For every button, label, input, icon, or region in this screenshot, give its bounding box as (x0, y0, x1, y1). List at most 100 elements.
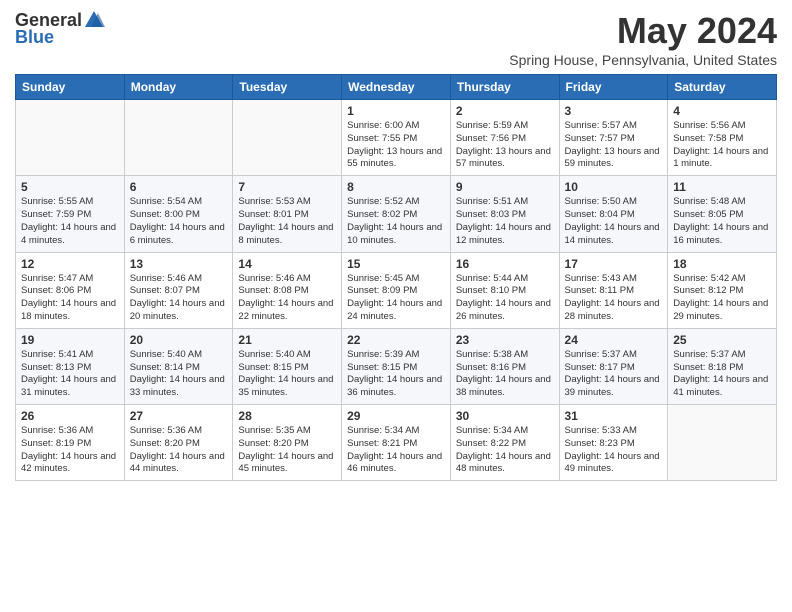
day-info: Sunrise: 5:36 AMSunset: 8:19 PMDaylight:… (21, 425, 119, 476)
month-year-title: May 2024 (509, 10, 777, 52)
calendar-cell: 15 Sunrise: 5:45 AMSunset: 8:09 PMDayligh… (342, 252, 451, 328)
day-number: 6 (130, 180, 228, 194)
day-info: Sunrise: 5:54 AMSunset: 8:00 PMDaylight:… (130, 196, 228, 247)
weekday-header-monday: Monday (124, 75, 233, 100)
day-number: 23 (456, 333, 554, 347)
weekday-header-row: SundayMondayTuesdayWednesdayThursdayFrid… (16, 75, 777, 100)
calendar-cell: 20 Sunrise: 5:40 AMSunset: 8:14 PMDayligh… (124, 328, 233, 404)
day-info: Sunrise: 5:45 AMSunset: 8:09 PMDaylight:… (347, 273, 445, 324)
calendar-cell: 10 Sunrise: 5:50 AMSunset: 8:04 PMDayligh… (559, 176, 668, 252)
calendar-week-row: 1Sunrise: 6:00 AMSunset: 7:55 PMDaylight… (16, 100, 777, 176)
calendar-week-row: 5 Sunrise: 5:55 AMSunset: 7:59 PMDaylight… (16, 176, 777, 252)
day-info: Sunrise: 5:55 AMSunset: 7:59 PMDaylight:… (21, 196, 119, 247)
day-info: Sunrise: 5:46 AMSunset: 8:07 PMDaylight:… (130, 273, 228, 324)
day-number: 7 (238, 180, 336, 194)
day-info: Sunrise: 5:38 AMSunset: 8:16 PMDaylight:… (456, 349, 554, 400)
logo-blue: Blue (15, 27, 54, 48)
day-info: Sunrise: 5:40 AMSunset: 8:15 PMDaylight:… (238, 349, 336, 400)
title-area: May 2024 Spring House, Pennsylvania, Uni… (509, 10, 777, 68)
day-number: 8 (347, 180, 445, 194)
day-info: Sunrise: 5:34 AMSunset: 8:21 PMDaylight:… (347, 425, 445, 476)
day-number: 21 (238, 333, 336, 347)
calendar-cell: 14 Sunrise: 5:46 AMSunset: 8:08 PMDayligh… (233, 252, 342, 328)
day-number: 20 (130, 333, 228, 347)
day-number: 5 (21, 180, 119, 194)
calendar-cell: 26 Sunrise: 5:36 AMSunset: 8:19 PMDayligh… (16, 405, 125, 481)
day-number: 16 (456, 257, 554, 271)
calendar-cell: 27 Sunrise: 5:36 AMSunset: 8:20 PMDayligh… (124, 405, 233, 481)
day-info: Sunrise: 5:33 AMSunset: 8:23 PMDaylight:… (565, 425, 663, 476)
day-info: Sunrise: 5:44 AMSunset: 8:10 PMDaylight:… (456, 273, 554, 324)
day-info: Sunrise: 5:35 AMSunset: 8:20 PMDaylight:… (238, 425, 336, 476)
calendar-cell (124, 100, 233, 176)
weekday-header-friday: Friday (559, 75, 668, 100)
day-number: 29 (347, 409, 445, 423)
calendar-cell: 11Sunrise: 5:48 AMSunset: 8:05 PMDayligh… (668, 176, 777, 252)
calendar-cell: 1Sunrise: 6:00 AMSunset: 7:55 PMDaylight… (342, 100, 451, 176)
calendar-cell: 9Sunrise: 5:51 AMSunset: 8:03 PMDaylight… (450, 176, 559, 252)
calendar-cell: 3 Sunrise: 5:57 AMSunset: 7:57 PMDaylight… (559, 100, 668, 176)
calendar-cell: 2 Sunrise: 5:59 AMSunset: 7:56 PMDaylight… (450, 100, 559, 176)
calendar-cell: 7Sunrise: 5:53 AMSunset: 8:01 PMDaylight… (233, 176, 342, 252)
weekday-header-saturday: Saturday (668, 75, 777, 100)
weekday-header-thursday: Thursday (450, 75, 559, 100)
day-number: 18 (673, 257, 771, 271)
calendar-cell: 24 Sunrise: 5:37 AMSunset: 8:17 PMDayligh… (559, 328, 668, 404)
logo-icon (83, 9, 105, 31)
calendar-cell: 5 Sunrise: 5:55 AMSunset: 7:59 PMDaylight… (16, 176, 125, 252)
day-number: 30 (456, 409, 554, 423)
day-info: Sunrise: 5:50 AMSunset: 8:04 PMDaylight:… (565, 196, 663, 247)
weekday-header-tuesday: Tuesday (233, 75, 342, 100)
location-subtitle: Spring House, Pennsylvania, United State… (509, 52, 777, 68)
calendar-cell: 19Sunrise: 5:41 AMSunset: 8:13 PMDayligh… (16, 328, 125, 404)
day-info: Sunrise: 5:40 AMSunset: 8:14 PMDaylight:… (130, 349, 228, 400)
day-number: 3 (565, 104, 663, 118)
calendar-cell: 6 Sunrise: 5:54 AMSunset: 8:00 PMDaylight… (124, 176, 233, 252)
calendar-cell: 22Sunrise: 5:39 AMSunset: 8:15 PMDayligh… (342, 328, 451, 404)
day-info: Sunrise: 5:36 AMSunset: 8:20 PMDaylight:… (130, 425, 228, 476)
day-number: 2 (456, 104, 554, 118)
day-number: 24 (565, 333, 663, 347)
day-info: Sunrise: 5:51 AMSunset: 8:03 PMDaylight:… (456, 196, 554, 247)
calendar-table: SundayMondayTuesdayWednesdayThursdayFrid… (15, 74, 777, 481)
day-info: Sunrise: 5:47 AMSunset: 8:06 PMDaylight:… (21, 273, 119, 324)
calendar-cell: 17 Sunrise: 5:43 AMSunset: 8:11 PMDayligh… (559, 252, 668, 328)
day-info: Sunrise: 5:52 AMSunset: 8:02 PMDaylight:… (347, 196, 445, 247)
calendar-cell: 12Sunrise: 5:47 AMSunset: 8:06 PMDayligh… (16, 252, 125, 328)
calendar-cell: 4Sunrise: 5:56 AMSunset: 7:58 PMDaylight… (668, 100, 777, 176)
day-info: Sunrise: 5:34 AMSunset: 8:22 PMDaylight:… (456, 425, 554, 476)
calendar-cell (668, 405, 777, 481)
day-info: Sunrise: 5:39 AMSunset: 8:15 PMDaylight:… (347, 349, 445, 400)
calendar-week-row: 26 Sunrise: 5:36 AMSunset: 8:19 PMDayligh… (16, 405, 777, 481)
calendar-cell (16, 100, 125, 176)
day-info: Sunrise: 5:42 AMSunset: 8:12 PMDaylight:… (673, 273, 771, 324)
day-number: 17 (565, 257, 663, 271)
header: General Blue May 2024 Spring House, Penn… (15, 10, 777, 68)
day-number: 26 (21, 409, 119, 423)
calendar-cell: 25 Sunrise: 5:37 AMSunset: 8:18 PMDayligh… (668, 328, 777, 404)
day-info: Sunrise: 6:00 AMSunset: 7:55 PMDaylight:… (347, 120, 445, 171)
calendar-cell (233, 100, 342, 176)
day-info: Sunrise: 5:59 AMSunset: 7:56 PMDaylight:… (456, 120, 554, 171)
day-number: 25 (673, 333, 771, 347)
day-number: 19 (21, 333, 119, 347)
day-number: 11 (673, 180, 771, 194)
day-number: 13 (130, 257, 228, 271)
day-number: 10 (565, 180, 663, 194)
day-info: Sunrise: 5:37 AMSunset: 8:17 PMDaylight:… (565, 349, 663, 400)
day-number: 15 (347, 257, 445, 271)
calendar-cell: 18 Sunrise: 5:42 AMSunset: 8:12 PMDayligh… (668, 252, 777, 328)
day-info: Sunrise: 5:43 AMSunset: 8:11 PMDaylight:… (565, 273, 663, 324)
day-number: 14 (238, 257, 336, 271)
calendar-cell: 8 Sunrise: 5:52 AMSunset: 8:02 PMDaylight… (342, 176, 451, 252)
calendar-cell: 16 Sunrise: 5:44 AMSunset: 8:10 PMDayligh… (450, 252, 559, 328)
day-info: Sunrise: 5:56 AMSunset: 7:58 PMDaylight:… (673, 120, 771, 171)
day-info: Sunrise: 5:37 AMSunset: 8:18 PMDaylight:… (673, 349, 771, 400)
day-number: 27 (130, 409, 228, 423)
day-info: Sunrise: 5:46 AMSunset: 8:08 PMDaylight:… (238, 273, 336, 324)
calendar-cell: 30 Sunrise: 5:34 AMSunset: 8:22 PMDayligh… (450, 405, 559, 481)
day-info: Sunrise: 5:57 AMSunset: 7:57 PMDaylight:… (565, 120, 663, 171)
day-number: 31 (565, 409, 663, 423)
logo: General Blue (15, 10, 105, 48)
weekday-header-wednesday: Wednesday (342, 75, 451, 100)
